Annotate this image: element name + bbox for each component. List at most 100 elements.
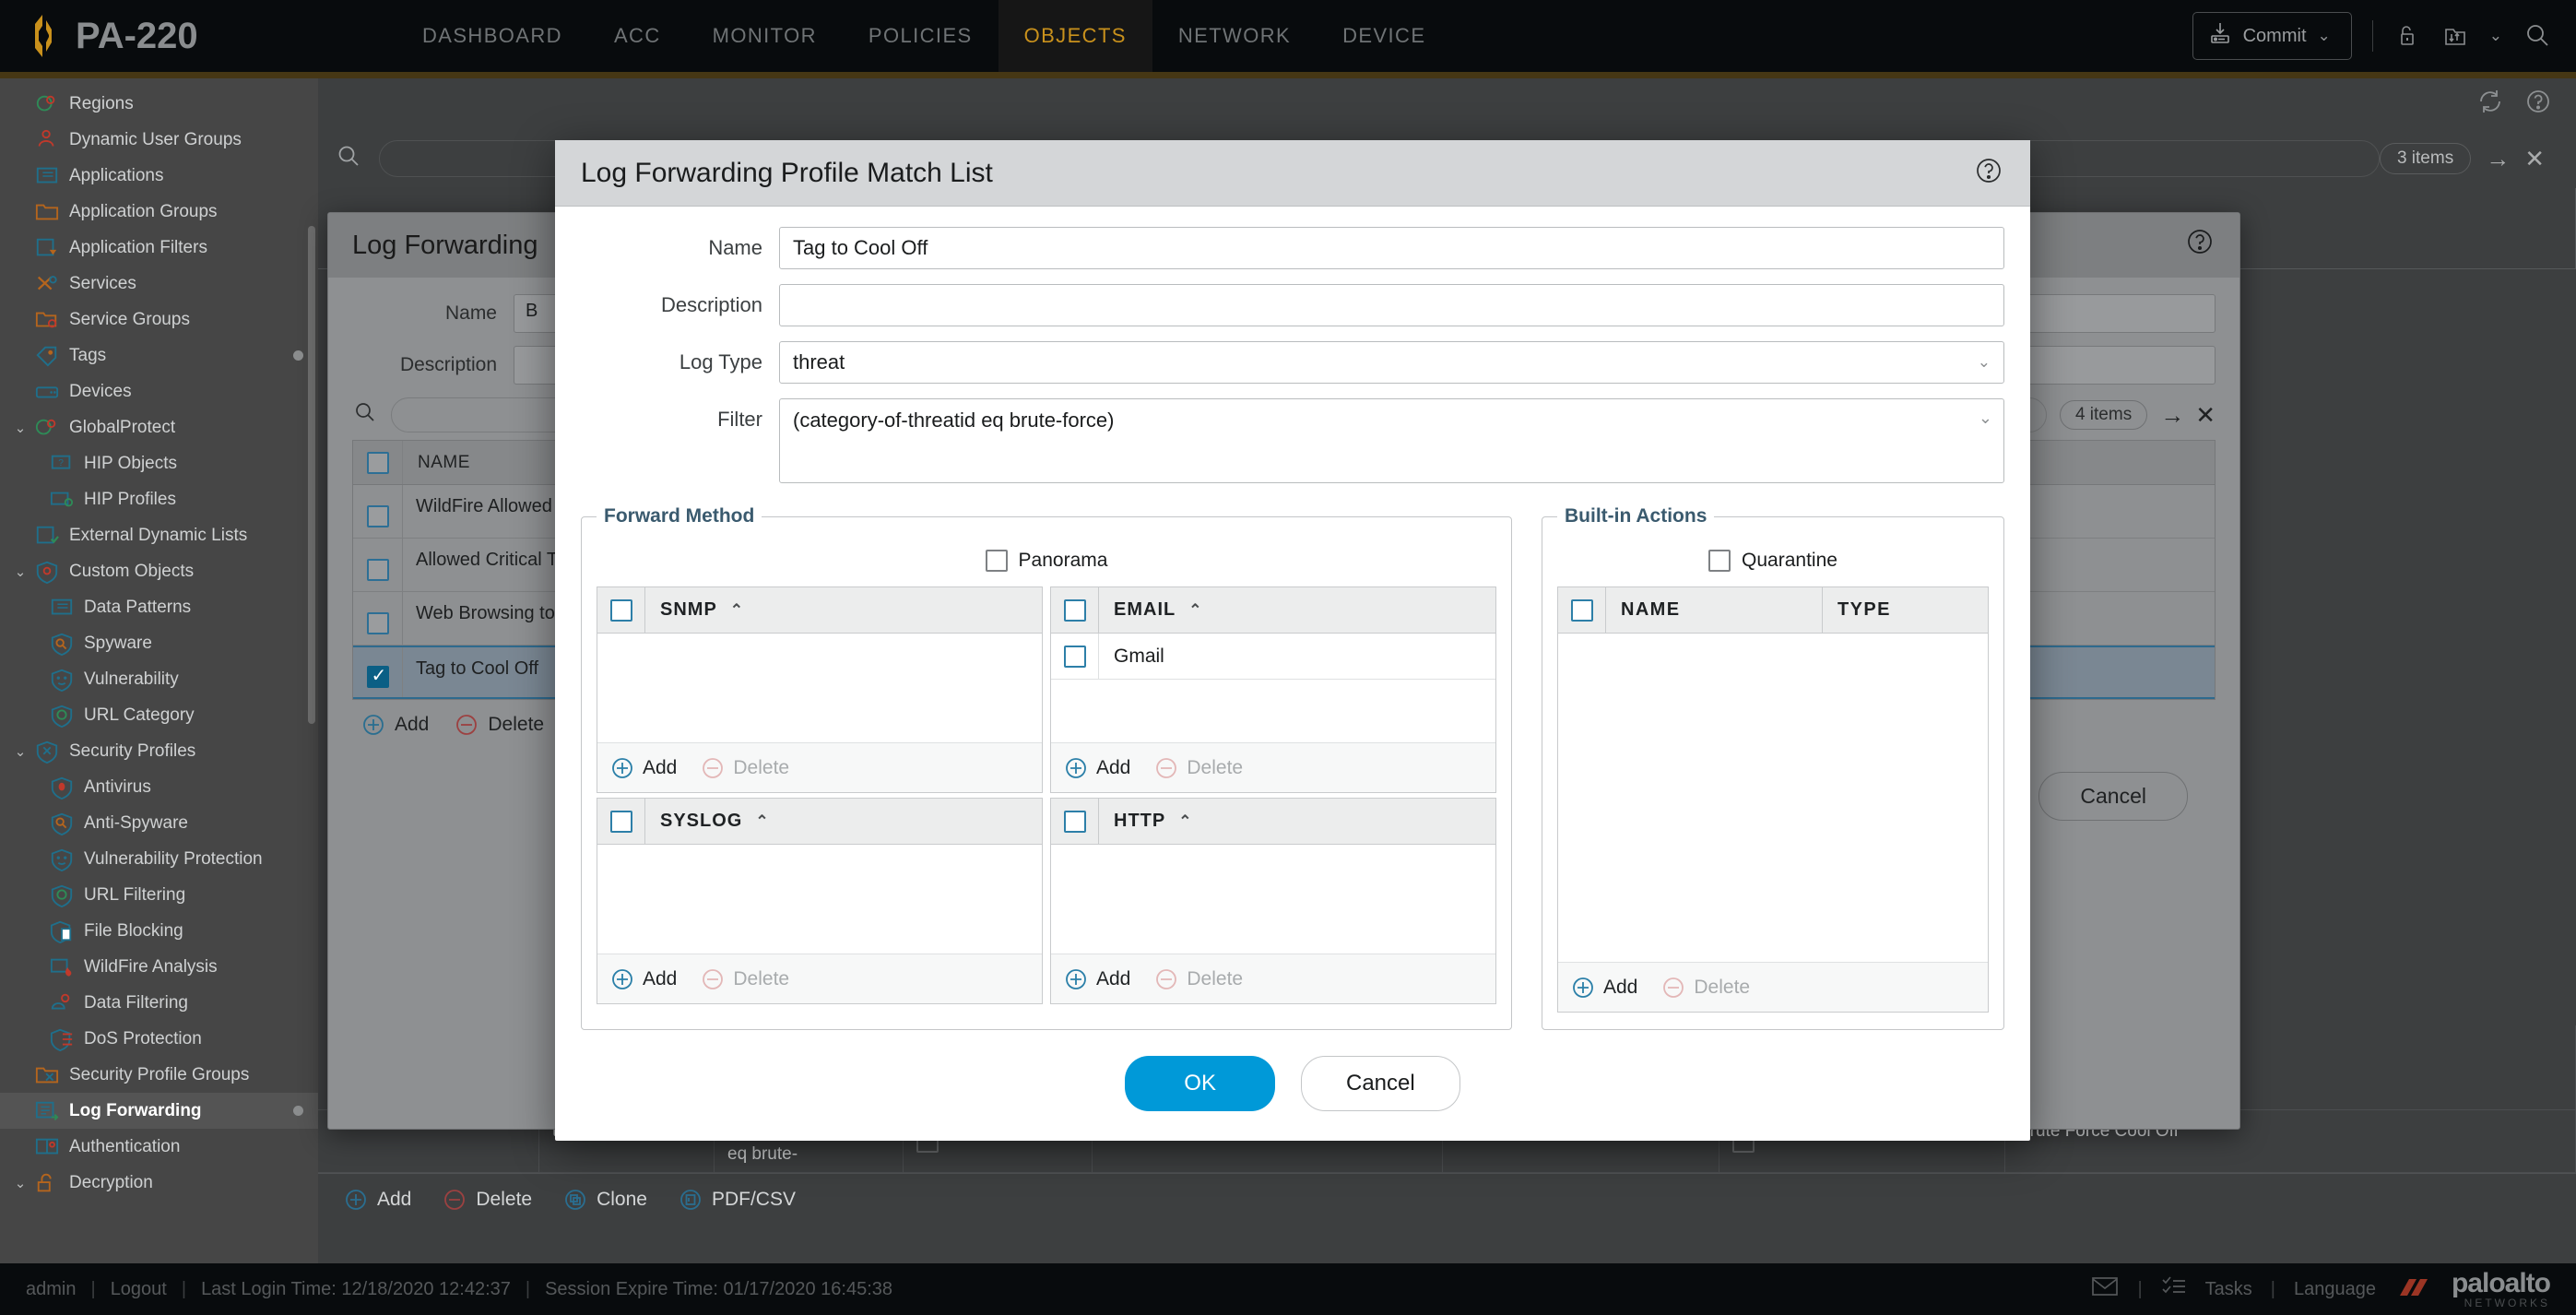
mail-icon[interactable] (2091, 1275, 2119, 1303)
sidebar-item-url-category[interactable]: URL Category (0, 697, 318, 733)
bg-row-checkbox-cell[interactable] (353, 485, 403, 538)
panel-title-cell[interactable]: SNMP ⌃ (645, 599, 744, 621)
tasks-icon[interactable] (2161, 1275, 2187, 1303)
th-name[interactable]: NAME (1606, 599, 1822, 621)
row-checkbox[interactable] (366, 558, 389, 581)
panel-add-button[interactable]: Add (610, 967, 677, 991)
unlock-icon[interactable] (2393, 22, 2421, 50)
commit-button[interactable]: Commit ⌄ (2192, 12, 2352, 60)
close-icon[interactable]: ✕ (2195, 401, 2216, 430)
sidebar-nav[interactable]: ⌄Regions⌄Dynamic User Groups ⌄Application… (0, 78, 318, 1263)
pdf-csv-button[interactable]: PDF/CSV (679, 1188, 796, 1212)
select-all-checkbox[interactable] (609, 598, 632, 622)
sidebar-item-decryption[interactable]: ⌄ Decryption (0, 1165, 318, 1201)
chevron-down-icon[interactable]: ⌄ (7, 1175, 33, 1191)
th-type[interactable]: TYPE (1822, 587, 1988, 633)
select-all-checkbox[interactable] (366, 451, 389, 474)
sidebar-item-spyware[interactable]: Spyware (0, 625, 318, 661)
sidebar-item-services[interactable]: ⌄Services (0, 266, 318, 302)
close-icon[interactable]: ✕ (2524, 145, 2545, 173)
help-icon[interactable] (2184, 226, 2216, 265)
nav-tab-objects[interactable]: OBJECTS (998, 0, 1152, 72)
nav-tab-policies[interactable]: POLICIES (843, 0, 998, 72)
panel-row-checkbox-cell[interactable] (1051, 634, 1099, 679)
panorama-checkbox[interactable] (985, 550, 1008, 572)
help-icon[interactable] (2524, 88, 2552, 120)
sidebar-item-url-filtering[interactable]: URL Filtering (0, 877, 318, 913)
chevron-down-icon[interactable]: ⌄ (7, 743, 33, 760)
panel-title-cell[interactable]: HTTP ⌃ (1099, 811, 1192, 832)
description-input[interactable] (779, 284, 2004, 326)
builtin-select-all-cell[interactable] (1558, 587, 1606, 633)
builtin-add-button[interactable]: Add (1571, 976, 1637, 1000)
search-icon[interactable] (2523, 21, 2552, 51)
bg-delete-button[interactable]: Delete (455, 713, 544, 737)
sidebar-item-anti-spyware[interactable]: Anti-Spyware (0, 805, 318, 841)
nav-tab-acc[interactable]: ACC (588, 0, 687, 72)
sidebar-item-security-profiles[interactable]: ⌄ Security Profiles (0, 733, 318, 769)
select-all-checkbox[interactable] (1063, 810, 1086, 833)
sidebar-item-application-filters[interactable]: ⌄Application Filters (0, 230, 318, 266)
sync-icon[interactable] (2476, 88, 2504, 120)
search-icon[interactable] (352, 400, 378, 431)
clone-button[interactable]: Clone (563, 1188, 647, 1212)
sidebar-item-log-forwarding[interactable]: ⌄Log Forwarding (0, 1093, 318, 1129)
panel-select-all-cell[interactable] (597, 799, 645, 844)
help-icon[interactable] (1973, 155, 2004, 191)
filter-input[interactable]: (category-of-threatid eq brute-force) ⌄ (779, 398, 2004, 483)
name-input[interactable] (779, 227, 2004, 269)
sidebar-item-antivirus[interactable]: Antivirus (0, 769, 318, 805)
panel-select-all-cell[interactable] (1051, 587, 1099, 633)
sidebar-item-dos-protection[interactable]: DoS Protection (0, 1021, 318, 1057)
sidebar-scrollbar[interactable] (308, 226, 315, 724)
panel-row[interactable]: Gmail (1051, 634, 1495, 680)
config-transfer-icon[interactable] (2441, 22, 2469, 50)
sidebar-item-vulnerability[interactable]: Vulnerability (0, 661, 318, 697)
sidebar-item-application-groups[interactable]: ⌄Application Groups (0, 194, 318, 230)
logout-link[interactable]: Logout (111, 1279, 167, 1300)
select-all-checkbox[interactable] (1063, 598, 1086, 622)
panel-add-button[interactable]: Add (1064, 756, 1130, 780)
panel-add-button[interactable]: Add (610, 756, 677, 780)
sidebar-item-security-profile-groups[interactable]: ⌄Security Profile Groups (0, 1057, 318, 1093)
nav-tab-device[interactable]: DEVICE (1317, 0, 1451, 72)
row-checkbox[interactable] (1063, 645, 1086, 668)
panel-title-cell[interactable]: EMAIL ⌃ (1099, 599, 1202, 621)
sidebar-item-vulnerability-protection[interactable]: Vulnerability Protection (0, 841, 318, 877)
ok-button[interactable]: OK (1125, 1056, 1275, 1111)
sidebar-item-custom-objects[interactable]: ⌄ Custom Objects (0, 553, 318, 589)
language-label[interactable]: Language (2294, 1279, 2376, 1300)
sidebar-item-service-groups[interactable]: ⌄Service Groups (0, 302, 318, 338)
bg-row-checkbox-cell[interactable] (353, 539, 403, 591)
arrow-right-icon[interactable]: → (2160, 401, 2184, 430)
panel-select-all-cell[interactable] (1051, 799, 1099, 844)
nav-tab-monitor[interactable]: MONITOR (687, 0, 843, 72)
delete-button[interactable]: Delete (443, 1188, 532, 1212)
caret-up-icon[interactable]: ⌃ (1178, 812, 1192, 831)
log-type-select[interactable]: threat ⌄ (779, 341, 2004, 384)
caret-up-icon[interactable]: ⌃ (730, 601, 744, 620)
row-checkbox[interactable] (366, 504, 389, 527)
caret-up-icon[interactable]: ⌃ (1188, 601, 1202, 620)
sidebar-item-hip-profiles[interactable]: HIP Profiles (0, 481, 318, 517)
cancel-button[interactable]: Cancel (1300, 1056, 1460, 1111)
chevron-down-icon[interactable]: ⌄ (7, 420, 33, 436)
arrow-right-icon[interactable]: → (2486, 145, 2510, 173)
select-all-checkbox[interactable] (609, 810, 632, 833)
sidebar-item-file-blocking[interactable]: File Blocking (0, 913, 318, 949)
search-icon[interactable] (335, 143, 362, 175)
sidebar-item-regions[interactable]: ⌄Regions (0, 86, 318, 122)
sidebar-item-tags[interactable]: ⌄Tags (0, 338, 318, 373)
tasks-label[interactable]: Tasks (2205, 1279, 2252, 1300)
sidebar-item-authentication[interactable]: ⌄Authentication (0, 1129, 318, 1165)
add-button[interactable]: Add (344, 1188, 411, 1212)
sidebar-item-dynamic-user-groups[interactable]: ⌄Dynamic User Groups (0, 122, 318, 158)
row-checkbox[interactable] (366, 611, 389, 634)
chevron-down-icon[interactable]: ⌄ (7, 563, 33, 580)
bg-cancel-button[interactable]: Cancel (2038, 772, 2188, 821)
panel-add-button[interactable]: Add (1064, 967, 1130, 991)
sidebar-item-data-filtering[interactable]: Data Filtering (0, 985, 318, 1021)
caret-up-icon[interactable]: ⌃ (755, 812, 769, 831)
quarantine-checkbox[interactable] (1708, 550, 1731, 572)
select-all-checkbox[interactable] (1570, 598, 1593, 622)
